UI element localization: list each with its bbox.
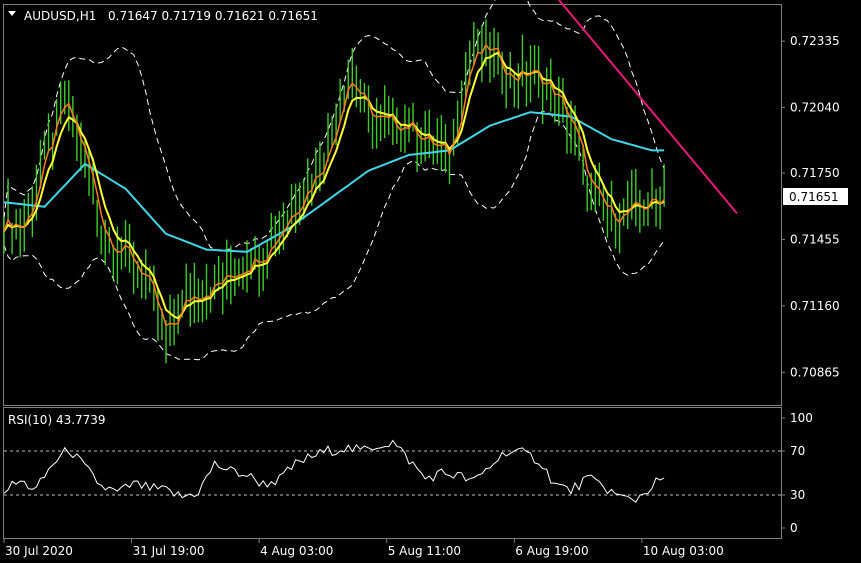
trendline-layer[interactable]	[555, 0, 738, 215]
price-tick-label: 0.71455	[790, 232, 840, 246]
lower-band-line	[3, 110, 665, 361]
rsi-label: RSI(10) 43.7739	[8, 413, 106, 427]
rsi-axis: 100 70 30 0	[781, 411, 813, 535]
time-tick-label: 4 Aug 03:00	[260, 544, 333, 558]
current-price-label: 0.71651	[789, 190, 839, 204]
ma-long-line	[3, 111, 665, 253]
symbol-label: AUDUSD,H1	[24, 9, 96, 23]
rsi-tick-label: 30	[790, 488, 805, 502]
upper-band-line	[3, 0, 665, 252]
price-tick-label: 0.72335	[790, 34, 840, 48]
time-tick-label: 31 Jul 19:00	[133, 544, 205, 558]
price-candles	[3, 19, 665, 364]
rsi-layer	[3, 439, 781, 503]
time-axis: 30 Jul 2020 31 Jul 19:00 4 Aug 03:00 5 Aug …	[3, 538, 724, 558]
rsi-panel-frame	[3, 407, 782, 539]
dropdown-triangle-icon[interactable]	[8, 11, 16, 16]
price-tick-label: 0.72040	[790, 101, 840, 115]
moving-averages	[3, 43, 665, 327]
price-axis: 0.72335 0.72040 0.71750 0.71455 0.71160 0.708…	[781, 34, 840, 379]
rsi-tick-label: 0	[790, 521, 798, 535]
rsi-tick-label: 100	[790, 411, 813, 425]
time-tick-label: 6 Aug 19:00	[515, 544, 588, 558]
time-tick-label: 10 Aug 03:00	[643, 544, 724, 558]
price-tick-label: 0.71160	[790, 299, 840, 313]
rsi-line	[3, 439, 665, 503]
price-tick-label: 0.71750	[790, 166, 840, 180]
ma-fast-line	[3, 43, 665, 327]
trendline[interactable]	[555, 0, 738, 215]
bollinger-bands	[3, 0, 665, 361]
price-tick-label: 0.70865	[790, 365, 840, 379]
rsi-tick-label: 70	[790, 444, 805, 458]
time-tick-label: 30 Jul 2020	[5, 544, 73, 558]
time-tick-label: 5 Aug 11:00	[388, 544, 461, 558]
ohlc-values: 0.71647 0.71719 0.71621 0.71651	[108, 9, 318, 23]
ma-slow-line	[3, 51, 665, 320]
price-chart[interactable]: 0.72335 0.72040 0.71750 0.71455 0.71160 0.708…	[0, 0, 861, 563]
